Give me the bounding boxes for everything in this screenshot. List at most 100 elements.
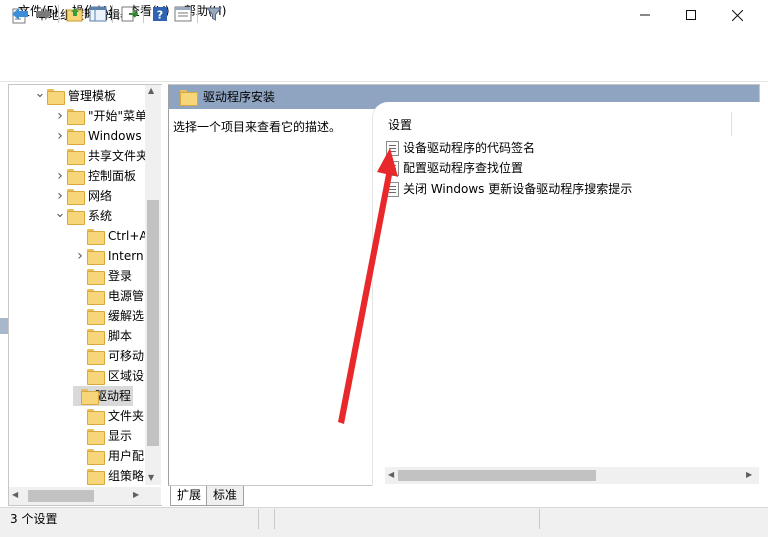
status-separator bbox=[258, 509, 259, 529]
folder-icon bbox=[87, 329, 105, 345]
tree-item[interactable]: 脚本 bbox=[73, 326, 132, 346]
chevron-right-icon[interactable]: › bbox=[53, 106, 67, 126]
chevron-down-icon[interactable]: ⌄ bbox=[53, 203, 67, 223]
back-arrow-icon bbox=[12, 8, 28, 20]
description-text: 选择一个项目来查看它的描述。 bbox=[173, 120, 342, 134]
tree-vertical-scroll-thumb[interactable] bbox=[147, 200, 159, 446]
scroll-right-icon[interactable]: ▶ bbox=[133, 490, 139, 499]
column-divider[interactable] bbox=[731, 112, 732, 136]
minimize-button[interactable] bbox=[622, 0, 668, 30]
tree-item-label: Windows bbox=[88, 129, 142, 143]
tree-item[interactable]: 可移动 bbox=[73, 346, 144, 366]
chevron-right-icon[interactable]: › bbox=[73, 246, 87, 266]
tree-item-label: 网络 bbox=[88, 189, 113, 203]
details-horizontal-scroll-thumb[interactable] bbox=[398, 470, 596, 481]
tree-horizontal-scroll-thumb[interactable] bbox=[28, 490, 94, 502]
folder-icon bbox=[67, 109, 85, 125]
column-header-setting[interactable]: 设置 bbox=[388, 117, 412, 133]
scroll-left-icon[interactable]: ◀ bbox=[12, 490, 18, 499]
scroll-left-icon[interactable]: ◀ bbox=[388, 470, 394, 479]
tree-item-label: 登录 bbox=[108, 269, 133, 283]
navigation-tree: ⌄ 管理模板 › "开始"菜单 › Windows 共享文件夹 › 控制面板 › 网络 ⌄ 系统 Ctrl… bbox=[8, 84, 162, 506]
tree-item[interactable]: › "开始"菜单 bbox=[53, 106, 147, 126]
folder-icon bbox=[87, 309, 105, 325]
tree-item[interactable]: › 控制面板 bbox=[53, 166, 136, 186]
show-hide-tree-icon bbox=[89, 6, 107, 22]
up-one-level-button[interactable] bbox=[65, 4, 85, 24]
folder-icon bbox=[87, 369, 105, 385]
tree-item[interactable]: ⌄ 管理模板 bbox=[33, 86, 116, 106]
scroll-up-icon[interactable]: ▲ bbox=[148, 86, 154, 95]
tree-item[interactable]: 电源管 bbox=[73, 286, 144, 306]
folder-icon bbox=[87, 469, 105, 485]
policy-setting-icon bbox=[386, 181, 399, 197]
tree-item[interactable]: Ctrl+A bbox=[73, 226, 148, 246]
help-button[interactable]: ? bbox=[150, 4, 170, 24]
tree-item-label: 系统 bbox=[88, 209, 113, 223]
tree-item[interactable]: 驱动程 bbox=[73, 386, 133, 406]
tree-item-label: 驱动程 bbox=[94, 389, 131, 403]
folder-icon bbox=[67, 129, 85, 145]
tree-item[interactable]: 共享文件夹 bbox=[53, 146, 148, 166]
tree-item[interactable]: 显示 bbox=[73, 426, 132, 446]
chevron-down-icon[interactable]: ⌄ bbox=[33, 85, 47, 103]
folder-icon bbox=[67, 149, 85, 165]
folder-icon bbox=[80, 389, 100, 405]
setting-row[interactable]: 配置驱动程序查找位置 bbox=[386, 158, 523, 178]
tree-item[interactable]: › Intern bbox=[73, 246, 144, 266]
scroll-right-icon[interactable]: ▶ bbox=[746, 470, 752, 479]
toolbar-separator bbox=[143, 5, 144, 23]
status-separator bbox=[274, 509, 275, 529]
back-button[interactable] bbox=[10, 4, 30, 24]
menu-bar bbox=[0, 32, 768, 54]
tree-item-label: Intern bbox=[108, 249, 144, 263]
status-separator bbox=[539, 509, 540, 529]
tree-item-label: 组策略 bbox=[108, 469, 145, 483]
tree-item[interactable]: 缓解选 bbox=[73, 306, 144, 326]
setting-row[interactable]: 关闭 Windows 更新设备驱动程序搜索提示 bbox=[386, 179, 632, 199]
tab-standard[interactable]: 标准 bbox=[206, 486, 245, 506]
tree-item[interactable]: 登录 bbox=[73, 266, 132, 286]
folder-icon bbox=[180, 90, 198, 106]
tree-item[interactable]: 组策略 bbox=[73, 466, 144, 486]
tree-item[interactable]: › Windows bbox=[53, 126, 142, 146]
tree-item[interactable]: 用户配 bbox=[73, 446, 144, 466]
tree-item[interactable]: 区域设 bbox=[73, 366, 144, 386]
folder-icon bbox=[87, 269, 105, 285]
forward-button[interactable] bbox=[34, 4, 54, 24]
tree-item-label: 可移动 bbox=[108, 349, 145, 363]
tree-item-label: 显示 bbox=[108, 429, 133, 443]
tree-item[interactable]: ⌄ 系统 bbox=[53, 206, 112, 226]
filter-button[interactable] bbox=[204, 4, 224, 24]
background-window-edge bbox=[0, 318, 8, 334]
chevron-right-icon[interactable]: › bbox=[53, 126, 67, 146]
toolbar-separator bbox=[58, 5, 59, 23]
filter-icon bbox=[206, 7, 222, 21]
close-button[interactable] bbox=[714, 0, 760, 30]
tree-item[interactable]: 文件夹 bbox=[73, 406, 144, 426]
tab-extended[interactable]: 扩展 bbox=[170, 486, 209, 506]
minimize-icon bbox=[640, 14, 650, 16]
forward-arrow-icon bbox=[36, 8, 52, 20]
svg-text:?: ? bbox=[157, 9, 163, 22]
scroll-down-icon[interactable]: ▼ bbox=[148, 473, 154, 482]
setting-label: 设备驱动程序的代码签名 bbox=[403, 141, 536, 155]
status-bar bbox=[0, 507, 768, 537]
folder-icon bbox=[87, 249, 105, 265]
properties-view-button[interactable] bbox=[173, 4, 193, 24]
maximize-button[interactable] bbox=[668, 0, 714, 30]
export-list-button[interactable] bbox=[119, 4, 139, 24]
toolbar-separator bbox=[112, 5, 113, 23]
chevron-right-icon[interactable]: › bbox=[53, 166, 67, 186]
show-hide-tree-button[interactable] bbox=[88, 4, 108, 24]
tree-item-label: 共享文件夹 bbox=[88, 149, 149, 163]
setting-row[interactable]: 设备驱动程序的代码签名 bbox=[386, 138, 535, 158]
folder-icon bbox=[87, 229, 105, 245]
folder-icon bbox=[87, 349, 105, 365]
